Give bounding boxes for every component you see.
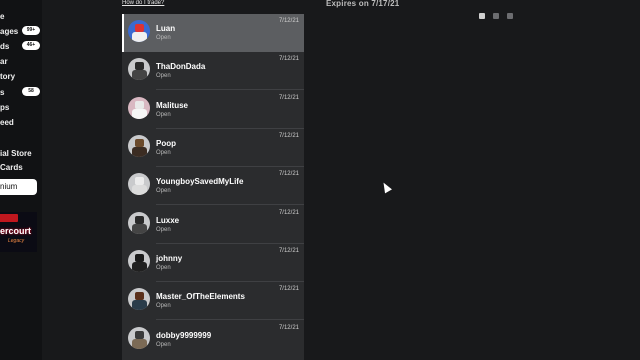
nav-label: eed [0, 117, 14, 127]
row-divider [156, 204, 304, 205]
premium-button[interactable]: nium [0, 179, 37, 195]
trade-date: 7/12/21 [278, 325, 299, 331]
trade-username: Luxxe [156, 216, 180, 225]
left-sidebar: e ages 99+ ds 46+ ar tory s 58 ps eed ial S… [0, 0, 42, 360]
avatar [128, 327, 150, 349]
trade-row[interactable]: Luan Open 7/12/21 [122, 14, 304, 52]
trade-date: 7/12/21 [278, 133, 299, 139]
nav-label: ps [0, 102, 10, 112]
trade-row[interactable]: dobby9999999 Open 7/12/21 [122, 321, 304, 359]
nav-label: tory [0, 71, 16, 81]
avatar [128, 97, 150, 119]
nav-label: ages [0, 26, 19, 36]
trade-date: 7/12/21 [278, 248, 299, 254]
trade-username: johnny [156, 254, 183, 263]
trade-expiration-text: Expires on 7/17/21 [326, 0, 400, 8]
messages-count-badge: 99+ [22, 26, 40, 35]
avatar [128, 20, 150, 42]
trade-status: Open [156, 150, 171, 156]
trade-status: Open [156, 303, 171, 309]
view-toggle-button[interactable] [493, 13, 499, 19]
ad-title: ercourt [0, 226, 32, 236]
ad-logo [0, 214, 18, 222]
avatar [128, 58, 150, 80]
trade-date: 7/12/21 [278, 210, 299, 216]
trade-username: YoungboySavedMyLife [156, 177, 244, 186]
trade-row[interactable]: ThaDonDada Open 7/12/21 [122, 52, 304, 90]
nav-label: ial Store [0, 148, 32, 158]
trade-status: Open [156, 342, 171, 348]
trade-status: Open [156, 112, 171, 118]
trade-row[interactable]: Poop Open 7/12/21 [122, 129, 304, 167]
trade-row[interactable]: johnny Open 7/12/21 [122, 244, 304, 282]
row-divider [156, 89, 304, 90]
trade-status: Open [156, 227, 171, 233]
trade-username: Luan [156, 24, 176, 33]
trade-status: Open [156, 73, 171, 79]
avatar [128, 250, 150, 272]
nav-item-feed[interactable]: eed [0, 113, 14, 131]
view-toggle-button[interactable] [479, 13, 485, 19]
trade-username: ThaDonDada [156, 62, 206, 71]
ad-subtitle: Legacy [8, 238, 25, 244]
trade-list: Luan Open 7/12/21 ThaDonDada Open 7/12/2… [122, 14, 304, 360]
trade-username: dobby9999999 [156, 331, 212, 340]
mouse-cursor-icon [380, 180, 392, 194]
view-toggle-button[interactable] [507, 13, 513, 19]
trade-status: Open [156, 265, 171, 271]
nav-label: ar [0, 56, 8, 66]
avatar [128, 173, 150, 195]
nav-label: Cards [0, 162, 23, 172]
avatar [128, 135, 150, 157]
trade-row[interactable]: YoungboySavedMyLife Open 7/12/21 [122, 167, 304, 205]
trade-date: 7/12/21 [278, 171, 299, 177]
sponsored-ad-banner[interactable]: ercourt Legacy [0, 212, 37, 252]
friends-count-badge: 46+ [22, 41, 40, 50]
trade-username: Malituse [156, 101, 189, 110]
trade-date: 7/12/21 [278, 286, 299, 292]
avatar [128, 212, 150, 234]
trade-row[interactable]: Malituse Open 7/12/21 [122, 91, 304, 129]
nav-label: e [0, 11, 5, 21]
trade-username: Master_OfTheElements [156, 292, 245, 301]
trade-date: 7/12/21 [278, 18, 299, 24]
trade-username: Poop [156, 139, 176, 148]
nav-label: ds [0, 41, 10, 51]
nav-item-gift-cards[interactable]: Cards [0, 158, 23, 176]
how-to-trade-link[interactable]: How do I trade? [122, 0, 164, 6]
nav-label: s [0, 87, 5, 97]
row-divider [156, 319, 304, 320]
trade-date: 7/12/21 [278, 95, 299, 101]
trade-status: Open [156, 188, 171, 194]
trade-row[interactable]: Master_OfTheElements Open 7/12/21 [122, 282, 304, 320]
trade-status: Open [156, 35, 171, 41]
trade-date: 7/12/21 [278, 56, 299, 62]
avatar [128, 288, 150, 310]
trades-count-badge: 58 [22, 87, 40, 96]
trade-row[interactable]: Luxxe Open 7/12/21 [122, 206, 304, 244]
